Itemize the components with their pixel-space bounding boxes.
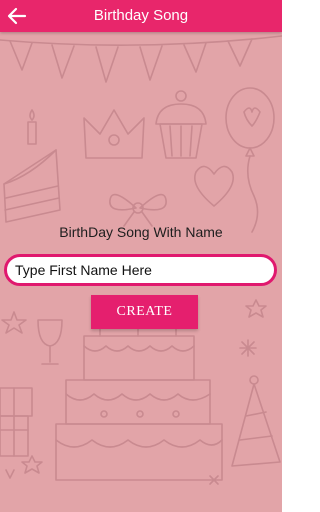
form-heading: BirthDay Song With Name [59, 224, 223, 240]
bunting-icon [0, 35, 282, 83]
create-button[interactable]: CREATE [91, 295, 198, 329]
birthday-song-screen: Birthday Song BirthDay Song With Name CR… [0, 0, 282, 512]
candle-icon [27, 109, 37, 145]
heart-icon [194, 165, 234, 207]
balloon-icon [225, 87, 275, 233]
party-hat-icon [231, 375, 281, 467]
first-name-input[interactable] [4, 254, 277, 286]
glass-icon [37, 319, 63, 365]
cake-slice-icon [3, 149, 61, 223]
birthday-cake-icon [55, 327, 223, 481]
app-bar: Birthday Song [0, 0, 282, 32]
cupcake-icon [155, 90, 207, 159]
gift-icon [0, 387, 33, 457]
crown-icon [83, 109, 145, 159]
confetti-icon [5, 339, 257, 485]
page-title: Birthday Song [93, 7, 189, 24]
bow-icon [109, 193, 167, 227]
